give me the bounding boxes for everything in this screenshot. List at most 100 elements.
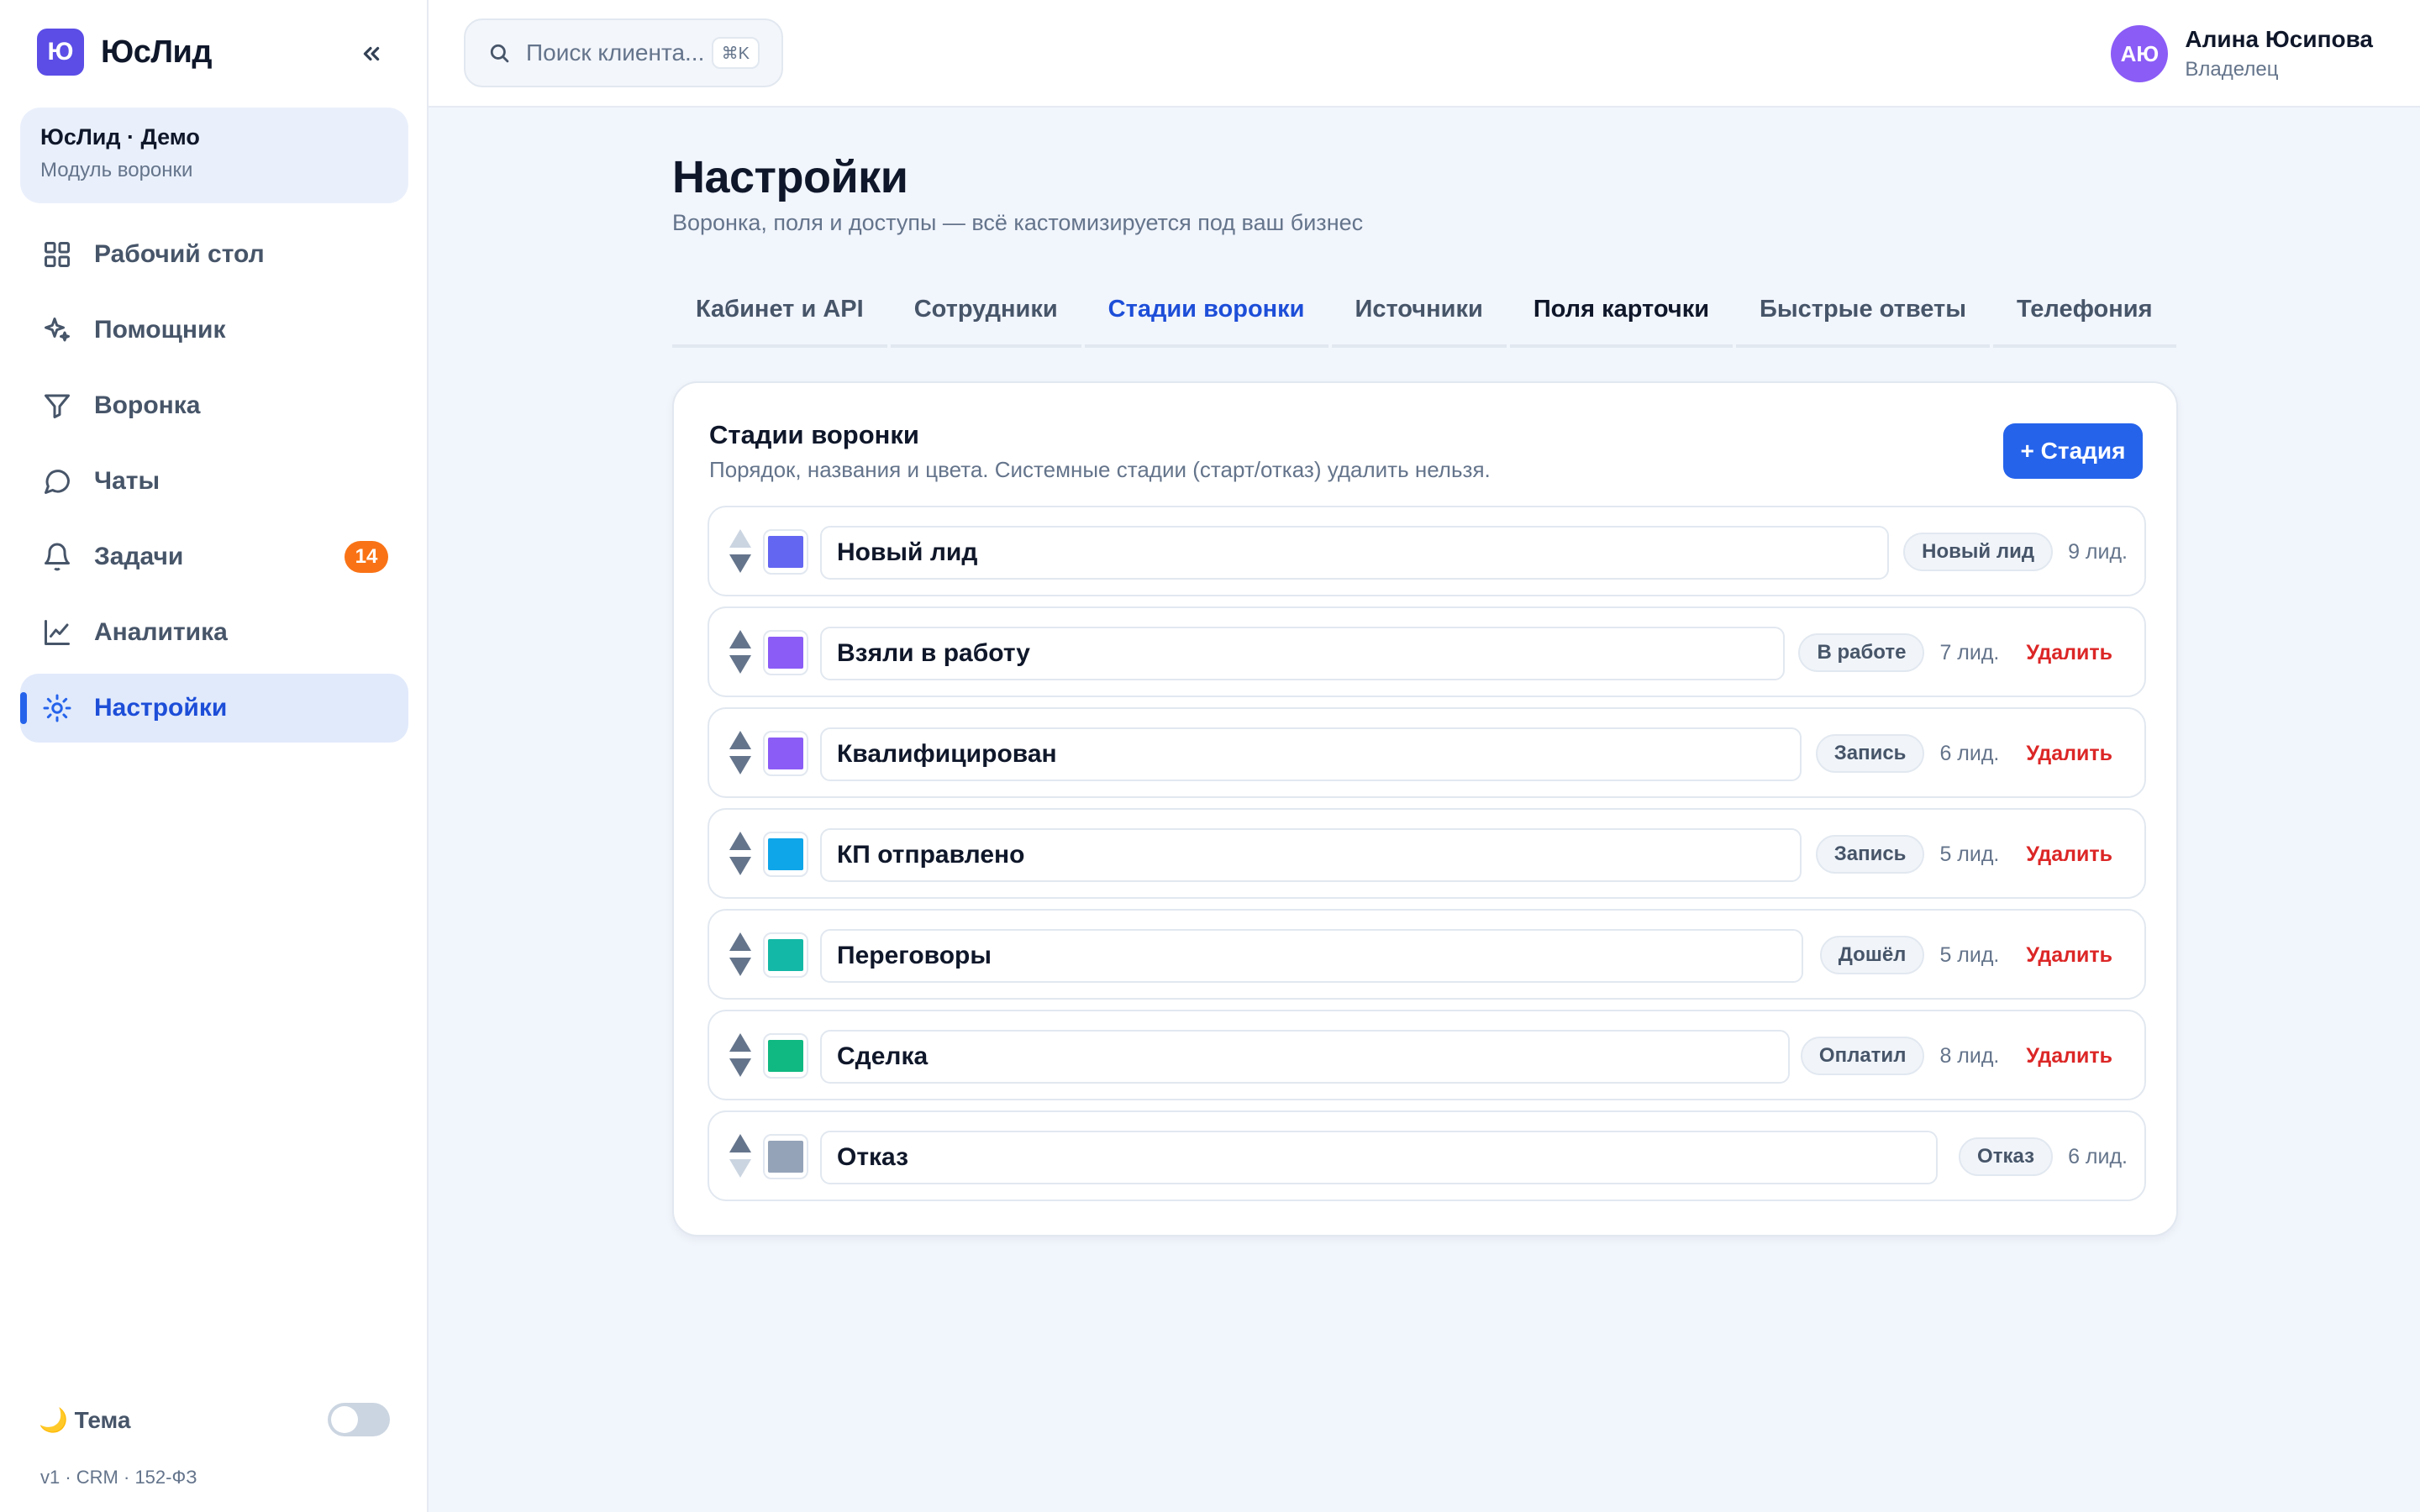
stage-name-input[interactable] bbox=[820, 627, 1785, 680]
stage-row: Новый лид 9 лид. bbox=[708, 506, 2146, 596]
stage-meta: Оплатил 8 лид. Удалить bbox=[1800, 1035, 2128, 1077]
search-placeholder: Поиск клиента... bbox=[526, 39, 705, 66]
stage-meta: Запись 6 лид. Удалить bbox=[1815, 732, 2128, 774]
stage-color-picker[interactable] bbox=[763, 832, 808, 877]
tab-employees[interactable]: Сотрудники bbox=[890, 281, 1081, 348]
sidebar-item-desktop[interactable]: Рабочий стол bbox=[20, 220, 408, 289]
move-up-arrow-icon[interactable] bbox=[729, 1134, 751, 1152]
stage-status-badge: В работе bbox=[1798, 633, 1925, 672]
tab-telephony[interactable]: Телефония bbox=[1993, 281, 2176, 348]
stage-color-picker[interactable] bbox=[763, 630, 808, 675]
tab-cabinet-api[interactable]: Кабинет и API bbox=[672, 281, 887, 348]
tab-sources[interactable]: Источники bbox=[1331, 281, 1507, 348]
user-name: Алина Юсипова bbox=[2185, 26, 2373, 52]
move-down-arrow-icon[interactable] bbox=[729, 1058, 751, 1077]
move-down-arrow-icon[interactable] bbox=[729, 1159, 751, 1178]
sparkle-icon bbox=[40, 313, 74, 347]
user-role: Владелец bbox=[2185, 58, 2279, 81]
move-down-arrow-icon[interactable] bbox=[729, 756, 751, 774]
color-swatch bbox=[768, 1040, 803, 1072]
stage-color-picker[interactable] bbox=[763, 529, 808, 575]
sidebar-item-label: Воронка bbox=[94, 391, 201, 419]
line-chart-icon bbox=[40, 616, 74, 649]
stage-status-badge: Отказ bbox=[1959, 1137, 2054, 1176]
stage-name-input[interactable] bbox=[820, 1131, 1938, 1184]
user-menu[interactable]: АЮ Алина Юсипова Владелец bbox=[2111, 25, 2373, 82]
delete-stage-button[interactable]: Удалить bbox=[2026, 1044, 2112, 1068]
stage-name-input[interactable] bbox=[820, 828, 1802, 882]
stage-name-input[interactable] bbox=[820, 526, 1889, 580]
page-title: Настройки bbox=[672, 152, 908, 202]
stage-meta: Отказ 6 лид. bbox=[1959, 1136, 2128, 1178]
add-stage-button[interactable]: + Стадия bbox=[2003, 423, 2143, 479]
color-swatch bbox=[768, 738, 803, 769]
sidebar-item-label: Настройки bbox=[94, 694, 228, 722]
move-down-arrow-icon[interactable] bbox=[729, 857, 751, 875]
stage-status-badge: Новый лид bbox=[1903, 533, 2054, 571]
sidebar-item-analytics[interactable]: Аналитика bbox=[20, 598, 408, 667]
move-down-arrow-icon[interactable] bbox=[729, 655, 751, 674]
version-label: v1 · CRM · 152‑ФЗ bbox=[40, 1467, 197, 1488]
stage-lead-count: 6 лид. bbox=[2068, 1144, 2128, 1168]
stage-name-input[interactable] bbox=[820, 727, 1802, 781]
move-up-arrow-icon[interactable] bbox=[729, 529, 751, 548]
delete-stage-button[interactable]: Удалить bbox=[2026, 943, 2112, 968]
stage-row: Дошёл 5 лид. Удалить bbox=[708, 909, 2146, 1000]
move-down-arrow-icon[interactable] bbox=[729, 554, 751, 573]
search-input[interactable]: Поиск клиента... ⌘K bbox=[464, 18, 783, 87]
move-up-arrow-icon[interactable] bbox=[729, 630, 751, 648]
move-down-arrow-icon[interactable] bbox=[729, 958, 751, 976]
sidebar-item-label: Задачи bbox=[94, 543, 184, 570]
delete-stage-button[interactable]: Удалить bbox=[2026, 742, 2112, 766]
stage-name-input[interactable] bbox=[820, 929, 1803, 983]
stage-lead-count: 7 лид. bbox=[1939, 640, 2000, 664]
brand-logo: Ю bbox=[37, 29, 84, 76]
tasks-count-badge: 14 bbox=[345, 541, 388, 573]
tab-card-fields[interactable]: Поля карточки bbox=[1509, 281, 1733, 348]
grid-icon bbox=[40, 238, 74, 271]
sidebar-item-chats[interactable]: Чаты bbox=[20, 447, 408, 516]
search-shortcut-hint: ⌘K bbox=[711, 37, 760, 69]
workspace-switcher[interactable]: ЮсЛид · Демо Модуль воронки bbox=[20, 108, 408, 203]
stage-row: Запись 5 лид. Удалить bbox=[708, 808, 2146, 899]
tab-funnel-stages[interactable]: Стадии воронки bbox=[1084, 281, 1328, 348]
reorder-arrows bbox=[728, 1134, 753, 1181]
stage-color-picker[interactable] bbox=[763, 1033, 808, 1079]
sidebar-item-assistant[interactable]: Помощник bbox=[20, 296, 408, 365]
reorder-arrows bbox=[728, 1033, 753, 1080]
theme-row: 🌙 Тема bbox=[39, 1401, 390, 1438]
sidebar-item-label: Рабочий стол bbox=[94, 240, 265, 268]
stage-name-input[interactable] bbox=[820, 1030, 1790, 1084]
stage-status-badge: Дошёл bbox=[1819, 936, 1925, 974]
sidebar-item-settings[interactable]: Настройки bbox=[20, 674, 408, 743]
card-subtitle: Порядок, названия и цвета. Системные ста… bbox=[709, 457, 1491, 482]
brand[interactable]: Ю ЮсЛид bbox=[37, 29, 212, 76]
sidebar-item-label: Чаты bbox=[94, 467, 160, 495]
stage-color-picker[interactable] bbox=[763, 932, 808, 978]
sidebar-item-label: Аналитика bbox=[94, 618, 228, 646]
move-up-arrow-icon[interactable] bbox=[729, 932, 751, 951]
tab-quick-replies[interactable]: Быстрые ответы bbox=[1736, 281, 1990, 348]
page-subtitle: Воронка, поля и доступы — всё кастомизир… bbox=[672, 210, 1364, 235]
bell-icon bbox=[40, 540, 74, 574]
sidebar-item-funnel[interactable]: Воронка bbox=[20, 371, 408, 440]
stage-meta: Дошёл 5 лид. Удалить bbox=[1819, 934, 2128, 976]
double-chevron-left-icon bbox=[363, 46, 380, 61]
delete-stage-button[interactable]: Удалить bbox=[2026, 641, 2112, 665]
stage-color-picker[interactable] bbox=[763, 1134, 808, 1179]
top-bar: Поиск клиента... ⌘K АЮ Алина Юсипова Вла… bbox=[429, 0, 2420, 108]
stage-row: Запись 6 лид. Удалить bbox=[708, 707, 2146, 798]
stage-color-picker[interactable] bbox=[763, 731, 808, 776]
user-info: Алина Юсипова Владелец bbox=[2185, 26, 2373, 81]
theme-toggle[interactable] bbox=[328, 1403, 390, 1436]
gear-icon bbox=[40, 691, 74, 725]
stage-lead-count: 8 лид. bbox=[1939, 1043, 2000, 1068]
stage-row: Оплатил 8 лид. Удалить bbox=[708, 1010, 2146, 1100]
collapse-sidebar-button[interactable] bbox=[353, 37, 390, 71]
delete-stage-button[interactable]: Удалить bbox=[2026, 843, 2112, 867]
move-up-arrow-icon[interactable] bbox=[729, 731, 751, 749]
move-up-arrow-icon[interactable] bbox=[729, 832, 751, 850]
move-up-arrow-icon[interactable] bbox=[729, 1033, 751, 1052]
sidebar-item-tasks[interactable]: Задачи 14 bbox=[20, 522, 408, 591]
stage-row: Отказ 6 лид. bbox=[708, 1110, 2146, 1201]
